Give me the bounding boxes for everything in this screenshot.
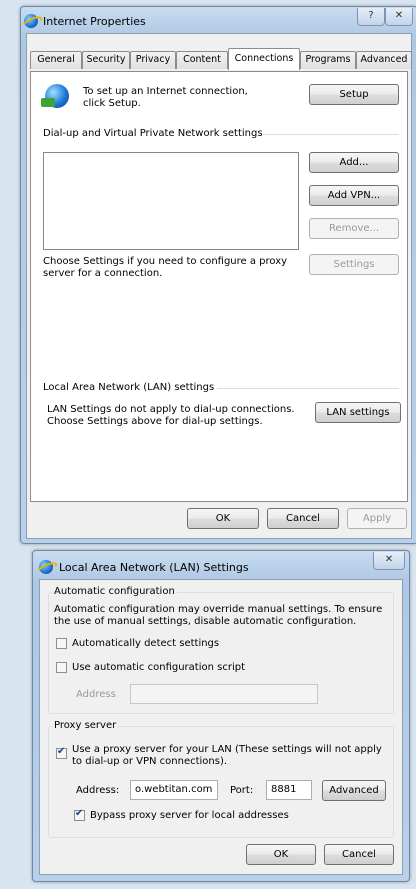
close-button[interactable]: ✕ bbox=[385, 8, 413, 26]
auto-script-checkbox[interactable] bbox=[56, 662, 67, 673]
advanced-button[interactable]: Advanced bbox=[322, 780, 386, 801]
internet-properties-window: Internet Properties ? ✕ General Security… bbox=[20, 6, 416, 544]
script-address-input[interactable] bbox=[130, 684, 318, 704]
lan-ok-button[interactable]: OK bbox=[246, 844, 316, 865]
proxy-address-input[interactable]: o.webtitan.com bbox=[130, 780, 218, 800]
apply-button[interactable]: Apply bbox=[347, 508, 407, 529]
auto-script-label[interactable]: Use automatic configuration script bbox=[72, 662, 245, 673]
settings-button[interactable]: Settings bbox=[309, 254, 399, 275]
close-button[interactable]: ✕ bbox=[373, 552, 405, 570]
globe-network-icon bbox=[41, 84, 69, 108]
settings-text: Choose Settings if you need to configure… bbox=[43, 256, 288, 279]
title-bar[interactable]: Local Area Network (LAN) Settings ✕ bbox=[33, 551, 409, 579]
dialog-body: Automatic configuration Automatic config… bbox=[39, 579, 403, 875]
use-proxy-label[interactable]: Use a proxy server for your LAN (These s… bbox=[72, 744, 388, 768]
tab-strip: General Security Privacy Content Connect… bbox=[30, 48, 412, 71]
port-input[interactable]: 8881 bbox=[266, 780, 312, 800]
dialup-group-label: Dial-up and Virtual Private Network sett… bbox=[43, 128, 263, 139]
internet-explorer-icon bbox=[24, 14, 38, 28]
dialog-body: General Security Privacy Content Connect… bbox=[26, 33, 412, 539]
add-vpn-button[interactable]: Add VPN... bbox=[309, 185, 399, 206]
ok-button[interactable]: OK bbox=[187, 508, 259, 529]
setup-text: To set up an Internet connection, click … bbox=[83, 86, 248, 109]
tab-advanced[interactable]: Advanced bbox=[356, 51, 412, 69]
lan-settings-window: Local Area Network (LAN) Settings ✕ Auto… bbox=[32, 550, 410, 882]
help-button[interactable]: ? bbox=[357, 8, 385, 26]
auto-detect-label[interactable]: Automatically detect settings bbox=[72, 638, 219, 649]
tab-general[interactable]: General bbox=[30, 51, 82, 69]
group-divider bbox=[217, 388, 399, 389]
add-button[interactable]: Add... bbox=[309, 152, 399, 173]
tab-content[interactable]: Content bbox=[176, 51, 228, 69]
proxy-legend: Proxy server bbox=[52, 720, 119, 731]
proxy-address-label: Address: bbox=[76, 785, 120, 796]
group-divider bbox=[263, 134, 399, 135]
lan-cancel-button[interactable]: Cancel bbox=[324, 844, 394, 865]
tab-privacy[interactable]: Privacy bbox=[130, 51, 176, 69]
internet-explorer-icon bbox=[39, 560, 53, 574]
lan-settings-button[interactable]: LAN settings bbox=[315, 402, 401, 423]
connections-list[interactable] bbox=[43, 152, 299, 250]
title-bar[interactable]: Internet Properties ? ✕ bbox=[21, 7, 416, 35]
port-label: Port: bbox=[230, 785, 254, 796]
auto-config-text: Automatic configuration may override man… bbox=[54, 604, 383, 627]
script-address-label: Address bbox=[76, 689, 116, 700]
setup-button[interactable]: Setup bbox=[309, 84, 399, 105]
remove-button[interactable]: Remove... bbox=[309, 218, 399, 239]
lan-text: LAN Settings do not apply to dial-up con… bbox=[47, 404, 295, 427]
auto-config-legend: Automatic configuration bbox=[52, 586, 177, 597]
bypass-label[interactable]: Bypass proxy server for local addresses bbox=[90, 810, 289, 821]
auto-detect-checkbox[interactable] bbox=[56, 638, 67, 649]
use-proxy-checkbox[interactable] bbox=[56, 746, 67, 759]
connections-tab-page: To set up an Internet connection, click … bbox=[30, 71, 408, 502]
tab-connections[interactable]: Connections bbox=[228, 48, 300, 70]
tab-programs[interactable]: Programs bbox=[300, 51, 356, 69]
dialog-title: Local Area Network (LAN) Settings bbox=[59, 561, 249, 574]
tab-security[interactable]: Security bbox=[82, 51, 130, 69]
window-title: Internet Properties bbox=[43, 15, 146, 28]
lan-group-label: Local Area Network (LAN) settings bbox=[43, 382, 215, 393]
cancel-button[interactable]: Cancel bbox=[267, 508, 339, 529]
bypass-checkbox[interactable] bbox=[74, 808, 85, 821]
